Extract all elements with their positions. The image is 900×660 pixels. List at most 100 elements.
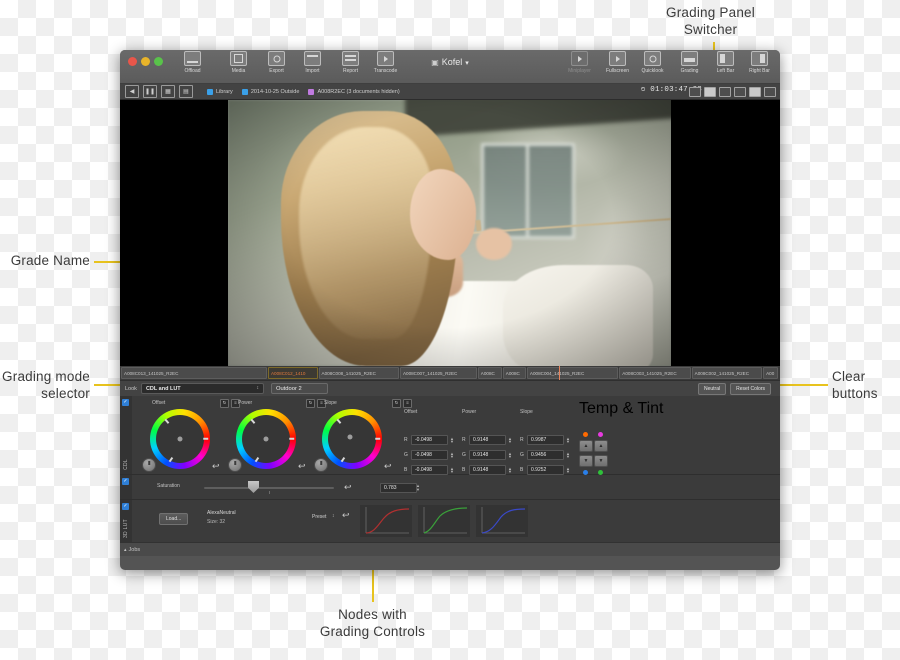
saturation-slider-track[interactable] (204, 487, 334, 489)
slope-r-stepper[interactable]: ▲ ▼ (566, 436, 570, 444)
toolbar-button-fullscreen[interactable]: Fullscreen (601, 51, 634, 75)
saturation-stepper[interactable]: ▲ ▼ (416, 484, 420, 492)
reset-colors-button[interactable]: Reset Colors (730, 382, 771, 395)
toolbar-button-grading[interactable]: Grading (673, 51, 706, 75)
offset-b-field[interactable]: -0.0498 (411, 465, 448, 475)
view-option-metadata-icon[interactable] (704, 87, 716, 97)
offset-r-field[interactable]: -0.0498 (411, 435, 448, 445)
view-option-filmstrip-icon[interactable] (689, 87, 701, 97)
toolbar-button-left-bar[interactable]: Left Bar (709, 51, 742, 75)
reset-icon[interactable]: ↻ (220, 399, 229, 408)
slope-b-field[interactable]: 0.9252 (527, 465, 564, 475)
temp-tint-group: Temp & Tint ▲ ▲ ▼ ▼ (579, 400, 663, 475)
neutral-button[interactable]: Neutral (697, 382, 727, 395)
jobs-label[interactable]: Jobs (129, 547, 141, 553)
offset-g-field[interactable]: -0.0498 (411, 450, 448, 460)
power-r-stepper[interactable]: ▲ ▼ (508, 436, 512, 444)
slope-g-field[interactable]: 0.9456 (527, 450, 564, 460)
saturation-slider-tick (269, 491, 270, 494)
offset-b-stepper[interactable]: ▲ ▼ (450, 466, 454, 474)
color-wheel-power-undo-icon[interactable]: ↩ (298, 462, 306, 471)
wheel-tick (203, 437, 209, 440)
reset-icon[interactable]: ↻ (306, 399, 315, 408)
timeline-clip[interactable]: A008C008_141025_R2EC (318, 367, 399, 379)
lut-load-button[interactable]: Load... (159, 513, 189, 525)
toolbar-button-quicklook[interactable]: Quicklook (636, 51, 669, 75)
color-wheel-slope-hub[interactable] (347, 434, 353, 440)
timeline-clip[interactable]: A008C007_141025_R2EC (399, 367, 477, 379)
timeline-clip-label: A008C (505, 370, 520, 376)
power-g-field[interactable]: 0.9148 (469, 450, 506, 460)
offset-g-stepper[interactable]: ▲ ▼ (450, 451, 454, 459)
view-option-more-icon[interactable] (764, 87, 776, 97)
timeline-clip-bar[interactable]: A008C013_141025_R2EC A008C012_1410 A008C… (120, 366, 780, 380)
toolbar-button-right-bar-label: Right Bar (749, 68, 770, 74)
pause-icon[interactable]: ❚❚ (143, 85, 157, 98)
timeline-clip[interactable]: A008C (477, 367, 502, 379)
color-wheel-power-hub[interactable] (263, 436, 269, 442)
timeline-clip[interactable]: A008C004_141025_R2EC (526, 367, 619, 379)
timeline-clip[interactable]: A008C003_141025_R2EC (619, 367, 691, 379)
power-b-field[interactable]: 0.9148 (469, 465, 506, 475)
slope-g-stepper[interactable]: ▲ ▼ (566, 451, 570, 459)
color-wheel-offset-dial[interactable] (150, 409, 210, 469)
temp-up-button[interactable]: ▲ (579, 440, 593, 452)
grid-view-icon[interactable]: ▦ (161, 85, 175, 98)
node-saturation-enable-checkbox[interactable]: ✓ (122, 478, 129, 485)
offset-r-stepper[interactable]: ▲ ▼ (450, 436, 454, 444)
color-wheel-offset-master-knob[interactable] (142, 458, 156, 472)
saturation-value-field[interactable]: 0.783 (380, 483, 417, 493)
disclosure-icon[interactable]: ▴ (124, 547, 127, 553)
view-option-focus-icon[interactable] (749, 87, 761, 97)
power-g-stepper[interactable]: ▲ ▼ (508, 451, 512, 459)
color-wheel-slope-master-knob[interactable] (314, 458, 328, 472)
saturation-reset-icon[interactable]: ↩ (344, 483, 352, 492)
timeline-clip-selected[interactable]: A008C012_1410 (267, 367, 318, 379)
reset-icon[interactable]: ↻ (392, 399, 401, 408)
color-wheel-power-master-knob[interactable] (228, 458, 242, 472)
channel-label-g: G (404, 452, 408, 458)
slope-b-stepper[interactable]: ▲ ▼ (566, 466, 570, 474)
toolbar-button-miniplayer[interactable]: Miniplayer (563, 51, 596, 75)
timeline-clip[interactable]: A008C (502, 367, 526, 379)
breadcrumb-item-library[interactable]: Library (207, 88, 233, 95)
tint-down-button[interactable]: ▼ (594, 455, 608, 467)
back-icon[interactable]: ◀ (125, 85, 139, 98)
color-wheel-offset-undo-icon[interactable]: ↩ (212, 462, 220, 471)
lut-preset-caret-icon[interactable]: ↕ (332, 513, 335, 519)
temp-down-button[interactable]: ▼ (579, 455, 593, 467)
color-wheel-slope-undo-icon[interactable]: ↩ (384, 462, 392, 471)
color-wheel-slope-dial[interactable] (322, 409, 382, 469)
list-view-icon[interactable]: ▤ (179, 85, 193, 98)
power-b-stepper[interactable]: ▲ ▼ (508, 466, 512, 474)
lut-curve-red-svg (365, 507, 410, 534)
reel-swatch-icon (308, 88, 315, 95)
timeline-clip-label: A008C004_141025_R2EC (529, 370, 585, 376)
breadcrumb-item-reel[interactable]: A008R2EC (3 documents hidden) (308, 88, 400, 95)
breadcrumb-item-date[interactable]: 2014-10-25 Outside (241, 88, 300, 95)
video-viewer[interactable] (120, 100, 780, 366)
node-3d-lut-enable-checkbox[interactable]: ✓ (122, 503, 129, 510)
tint-up-button[interactable]: ▲ (594, 440, 608, 452)
folder-swatch-icon (241, 88, 248, 95)
grade-name-field[interactable]: Outdoor 2 (270, 383, 328, 394)
view-option-scopes-icon[interactable] (719, 87, 731, 97)
color-wheel-offset-hub[interactable] (177, 436, 183, 442)
color-wheel-slope-label: Slope (324, 400, 337, 406)
power-r-field[interactable]: 0.9148 (469, 435, 506, 445)
toolbar-right-group: Miniplayer Fullscreen Quicklook Grading … (563, 51, 776, 75)
timeline-clip[interactable]: A008C013_141025_R2EC (121, 367, 267, 379)
slope-r-field[interactable]: 0.9987 (527, 435, 564, 445)
grading-mode-selector[interactable]: CDL and LUT ↕ (140, 383, 264, 394)
timeline-clip[interactable]: A00 (763, 367, 778, 379)
toolbar-button-right-bar[interactable]: Right Bar (743, 51, 776, 75)
timeline-clip-label: A008C013_141025_R2EC (124, 370, 179, 376)
node-cdl-enable-checkbox[interactable]: ✓ (122, 399, 129, 406)
timeline-clip[interactable]: A008C002_141025_R2EC (691, 367, 763, 379)
node-3d-lut: ✓ 3D LUT Load... AlexaNeutral Size: 32 P… (120, 500, 780, 542)
lut-reset-icon[interactable]: ↩ (342, 511, 350, 520)
saturation-slider-handle[interactable] (248, 481, 259, 493)
breadcrumb-date-label: 2014-10-25 Outside (250, 88, 300, 95)
view-option-compare-icon[interactable] (734, 87, 746, 97)
color-wheel-power-dial[interactable] (236, 409, 296, 469)
